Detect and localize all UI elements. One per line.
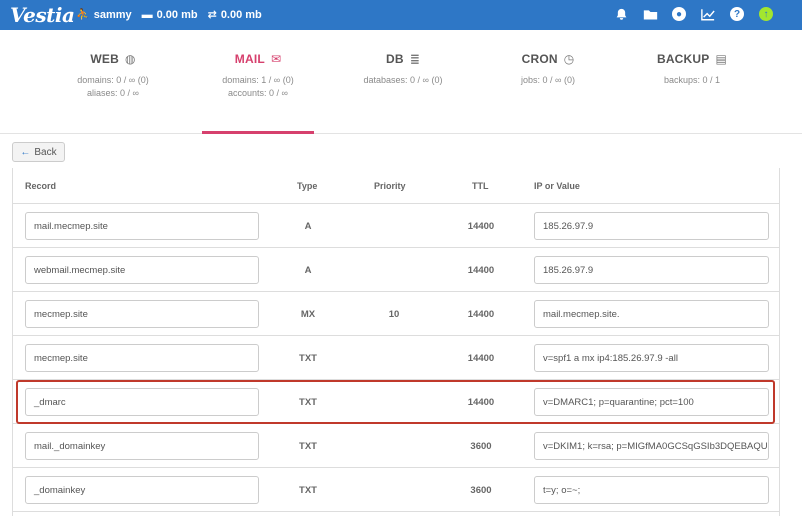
record-type: MX bbox=[300, 309, 316, 320]
value-input[interactable]: 185.26.97.9 bbox=[534, 256, 769, 284]
record-type: TXT bbox=[299, 353, 317, 364]
help-icon[interactable]: ? bbox=[729, 6, 745, 22]
bandwidth-value: 0.00 mb bbox=[220, 8, 262, 21]
tab-cron-stats: jobs: 0 / ∞ (0) bbox=[521, 75, 575, 85]
value-input[interactable]: v=spf1 a mx ip4:185.26.97.9 -all bbox=[534, 344, 769, 372]
record-input[interactable]: mail._domainkey bbox=[25, 432, 259, 460]
table-header: Record Type Priority TTL IP or Value bbox=[13, 168, 779, 204]
disk-icon: ▬ bbox=[141, 8, 153, 21]
service-tabs: WEB ◍ domains: 0 / ∞ (0) aliases: 0 / ∞ … bbox=[0, 30, 802, 134]
disk-usage: ▬ 0.00 mb bbox=[142, 9, 198, 21]
tab-db[interactable]: DB ≣ databases: 0 / ∞ (0) bbox=[347, 52, 459, 87]
record-input[interactable]: _domainkey bbox=[25, 476, 259, 504]
record-priority: 10 bbox=[388, 309, 400, 320]
transfer-icon: ⇄ bbox=[207, 9, 217, 21]
record-input[interactable]: mecmep.site bbox=[25, 300, 259, 328]
header-priority: Priority bbox=[374, 181, 406, 191]
globe-icon: ◍ bbox=[124, 52, 136, 66]
header-record: Record bbox=[25, 181, 57, 191]
value-input[interactable]: t=y; o=~; bbox=[534, 476, 769, 504]
tab-web[interactable]: WEB ◍ domains: 0 / ∞ (0) aliases: 0 / ∞ bbox=[57, 52, 169, 100]
username: sammy bbox=[93, 8, 132, 21]
record-input[interactable]: webmail.mecmep.site bbox=[25, 256, 259, 284]
header-type: Type bbox=[297, 181, 318, 191]
header-value: IP or Value bbox=[534, 181, 580, 191]
table-row: mecmep.site TXT 14400 v=spf1 a mx ip4:18… bbox=[13, 336, 779, 380]
file-icon: ▤ bbox=[715, 52, 728, 66]
top-bar: Vestia ⛹ sammy ▬ 0.00 mb ⇄ 0.00 mb ● ? ↑ bbox=[0, 0, 802, 30]
clock-icon: ◷ bbox=[563, 52, 575, 66]
users-icon: ⛹ bbox=[76, 9, 90, 21]
record-ttl: 14400 bbox=[467, 221, 495, 232]
dmarc-row-highlight bbox=[16, 380, 775, 424]
active-tab-indicator bbox=[202, 131, 314, 134]
database-icon: ≣ bbox=[409, 52, 420, 66]
bandwidth-usage: ⇄ 0.00 mb bbox=[207, 8, 262, 22]
record-ttl: 14400 bbox=[467, 265, 495, 276]
account-summary: ⛹ sammy ▬ 0.00 mb ⇄ 0.00 mb bbox=[76, 8, 272, 22]
user-icon[interactable]: ● bbox=[671, 6, 687, 22]
tab-backup[interactable]: BACKUP ▤ backups: 0 / 1 bbox=[636, 52, 748, 87]
tab-backup-stats: backups: 0 / 1 bbox=[663, 75, 721, 85]
bell-icon[interactable] bbox=[613, 6, 629, 22]
value-input[interactable]: v=DKIM1; k=rsa; p=MIGfMA0GCSqGSIb3DQEBAQ… bbox=[534, 432, 769, 460]
header-ttl: TTL bbox=[472, 181, 489, 191]
vesta-logo[interactable]: Vestia bbox=[10, 3, 75, 27]
chart-icon[interactable] bbox=[700, 6, 716, 22]
table-row: _domainkey TXT 3600 t=y; o=~; bbox=[13, 468, 779, 512]
record-type: TXT bbox=[299, 441, 317, 452]
record-type: TXT bbox=[299, 485, 317, 496]
user-info[interactable]: ⛹ sammy bbox=[76, 8, 132, 22]
table-row: mail._domainkey TXT 3600 v=DKIM1; k=rsa;… bbox=[13, 424, 779, 468]
back-button[interactable]: ← Back bbox=[12, 142, 65, 162]
record-ttl: 14400 bbox=[467, 309, 495, 320]
record-input[interactable]: mecmep.site bbox=[25, 344, 259, 372]
record-ttl: 14400 bbox=[467, 353, 495, 364]
update-icon[interactable]: ↑ bbox=[758, 6, 774, 22]
top-icon-bar: ● ? ↑ bbox=[600, 6, 774, 22]
arrow-left-icon: ← bbox=[20, 146, 31, 158]
table-row: mail.mecmep.site A 14400 185.26.97.9 bbox=[13, 204, 779, 248]
record-type: A bbox=[304, 221, 312, 232]
table-row: mecmep.site MX 10 14400 mail.mecmep.site… bbox=[13, 292, 779, 336]
tab-web-stats: domains: 0 / ∞ (0) aliases: 0 / ∞ bbox=[77, 75, 149, 98]
tab-cron[interactable]: CRON ◷ jobs: 0 / ∞ (0) bbox=[492, 52, 604, 87]
mail-icon: ✉ bbox=[270, 52, 282, 66]
record-ttl: 3600 bbox=[470, 441, 492, 452]
record-ttl: 3600 bbox=[470, 485, 492, 496]
record-type: A bbox=[304, 265, 312, 276]
value-input[interactable]: 185.26.97.9 bbox=[534, 212, 769, 240]
tab-mail-stats: domains: 1 / ∞ (0) accounts: 0 / ∞ bbox=[222, 75, 294, 98]
value-input[interactable]: mail.mecmep.site. bbox=[534, 300, 769, 328]
tab-db-stats: databases: 0 / ∞ (0) bbox=[363, 75, 443, 85]
table-row: webmail.mecmep.site A 14400 185.26.97.9 bbox=[13, 248, 779, 292]
record-input[interactable]: mail.mecmep.site bbox=[25, 212, 259, 240]
folder-icon[interactable] bbox=[642, 6, 658, 22]
tab-mail[interactable]: MAIL ✉ domains: 1 / ∞ (0) accounts: 0 / … bbox=[202, 52, 314, 100]
disk-usage-value: 0.00 mb bbox=[156, 8, 198, 21]
dns-records-table: Record Type Priority TTL IP or Value mai… bbox=[12, 168, 780, 516]
